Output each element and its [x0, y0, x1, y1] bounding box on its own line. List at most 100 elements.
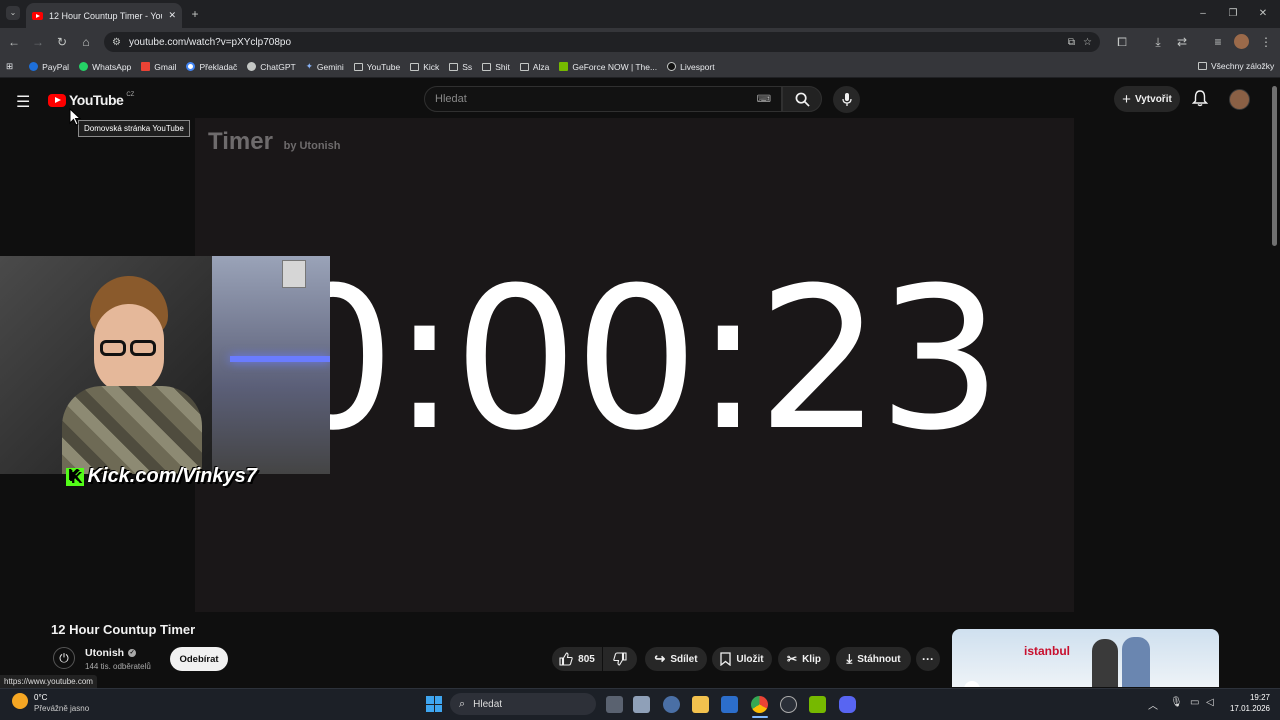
back-icon[interactable]: ← — [6, 34, 22, 50]
home-tooltip: Domovská stránka YouTube — [78, 120, 190, 137]
close-tab-icon[interactable]: ✕ — [168, 10, 176, 21]
clip-button[interactable]: ✂ Klip — [778, 647, 830, 671]
weather-temp[interactable]: 0°C — [34, 693, 47, 702]
search-input[interactable]: Hledat ⌨ — [424, 86, 782, 112]
bookmark-chatgpt[interactable]: ChatGPT — [247, 62, 296, 72]
reload-icon[interactable]: ↻ — [54, 34, 70, 50]
task-view-icon[interactable] — [606, 696, 623, 713]
browser-tab-bar: ⌄ 12 Hour Countup Timer - YouTube ✕ + – … — [0, 0, 1280, 28]
minimize-button[interactable]: – — [1196, 6, 1210, 22]
address-bar[interactable]: ⚙ youtube.com/watch?v=pXYclp708po ⧉ ☆ — [104, 32, 1100, 52]
maximize-button[interactable]: ❐ — [1226, 6, 1240, 22]
microsoft-store-icon[interactable] — [721, 696, 738, 713]
hamburger-menu-icon[interactable]: ☰ — [16, 92, 30, 112]
gmail-icon — [141, 62, 151, 71]
sidebar-ad[interactable]: istanbul — [952, 629, 1219, 687]
share-button[interactable]: ↪ Sdílet — [645, 647, 707, 671]
save-button[interactable]: Uložit — [712, 647, 772, 671]
channel-avatar[interactable]: ⏻ — [53, 647, 75, 669]
bookmark-translate[interactable]: Překladač — [186, 62, 237, 72]
bookmark-paypal[interactable]: PayPal — [29, 62, 69, 72]
subscribe-button[interactable]: Odebírat — [170, 647, 228, 671]
bookmark-label: Ss — [462, 61, 473, 72]
kick-channel-label: K Kick.com/Vinkys7 — [66, 465, 257, 488]
clock-date[interactable]: 17.01.2026 — [1220, 704, 1270, 713]
steam-icon[interactable] — [780, 696, 797, 713]
youtube-logo-text: YouTube — [69, 92, 124, 108]
plus-icon: + — [1122, 90, 1131, 108]
profile-avatar[interactable] — [1234, 34, 1249, 49]
chrome-icon[interactable] — [751, 696, 768, 713]
more-actions-button[interactable]: ··· — [916, 647, 940, 671]
translate-icon[interactable]: ⇄ — [1174, 34, 1190, 50]
voice-search-button[interactable] — [833, 86, 860, 113]
bookmark-label: YouTube — [366, 61, 401, 72]
mouse-cursor-icon — [69, 108, 81, 126]
bookmark-livesport[interactable]: Livesport — [667, 62, 715, 72]
bookmark-ss[interactable]: Ss — [449, 62, 472, 72]
snipping-tool-icon[interactable] — [633, 696, 650, 713]
bookmark-shit[interactable]: Shit — [482, 62, 510, 72]
tab-search-icon[interactable]: ⌄ — [6, 6, 20, 20]
bookmark-alza[interactable]: Alza — [519, 61, 550, 72]
url-text[interactable]: youtube.com/watch?v=pXYclp708po — [129, 37, 1060, 48]
all-bookmarks-label: Všechny záložky — [1211, 61, 1275, 71]
folder-icon — [519, 62, 529, 71]
bookmark-youtube[interactable]: YouTube — [353, 61, 401, 72]
nvidia-icon[interactable] — [809, 696, 826, 713]
close-window-button[interactable]: ✕ — [1256, 6, 1270, 22]
channel-name-link[interactable]: Utonish ✓ — [85, 647, 137, 659]
create-label: Vytvořit — [1134, 93, 1172, 105]
bookmark-label: PayPal — [42, 61, 70, 72]
browser-menu-icon[interactable]: ⋮ — [1258, 34, 1274, 50]
show-hidden-icons-icon[interactable]: ︿ — [1148, 697, 1158, 712]
bookmark-gmail[interactable]: Gmail — [141, 62, 176, 72]
weather-icon[interactable] — [12, 693, 28, 709]
volume-icon[interactable]: ◁ — [1206, 697, 1214, 708]
share-label: Sdílet — [670, 653, 698, 665]
new-tab-button[interactable]: + — [188, 6, 202, 22]
folder-icon — [410, 62, 420, 71]
home-icon[interactable]: ⌂ — [78, 34, 94, 50]
discord-icon[interactable] — [839, 696, 856, 713]
downloads-icon[interactable]: ⤓ — [1150, 34, 1166, 50]
wall-picture — [282, 260, 306, 288]
file-explorer-icon[interactable] — [692, 696, 709, 713]
all-bookmarks[interactable]: Všechny záložky — [1198, 61, 1274, 71]
site-info-icon[interactable]: ⚙ — [112, 37, 121, 48]
browser-tab[interactable]: 12 Hour Countup Timer - YouTube ✕ — [26, 3, 182, 28]
settings-icon[interactable] — [663, 696, 680, 713]
page-scrollbar[interactable] — [1272, 86, 1277, 246]
forward-icon[interactable]: → — [30, 34, 46, 50]
bookmark-label: Gmail — [154, 61, 177, 72]
user-avatar[interactable] — [1229, 89, 1250, 110]
install-app-icon[interactable]: ⧉ — [1068, 37, 1075, 48]
bookmark-icon — [720, 652, 732, 666]
youtube-logo[interactable]: YouTube CZ — [48, 92, 134, 108]
bookmark-label: Kick — [423, 61, 440, 72]
taskbar-search-input[interactable]: ⌕ Hledat — [450, 693, 596, 715]
search-icon — [795, 92, 810, 107]
keyboard-icon[interactable]: ⌨ — [757, 94, 771, 105]
bookmark-star-icon[interactable]: ☆ — [1083, 37, 1092, 48]
dislike-button[interactable] — [603, 647, 637, 671]
clock-time[interactable]: 19:27 — [1230, 693, 1270, 702]
notifications-bell-icon[interactable] — [1191, 90, 1209, 111]
microphone-tray-icon[interactable]: 🎙︎ — [1170, 697, 1183, 708]
network-icon[interactable]: ▭ — [1190, 697, 1199, 708]
reading-list-icon[interactable]: ≡ — [1210, 34, 1226, 50]
apps-icon[interactable]: ⊞ — [6, 61, 13, 72]
bookmark-whatsapp[interactable]: WhatsApp — [79, 62, 131, 72]
youtube-favicon-icon — [32, 11, 43, 20]
bookmark-label: Alza — [532, 61, 550, 72]
search-button[interactable] — [782, 86, 822, 112]
bookmark-gemini[interactable]: ✦ Gemini — [306, 61, 344, 72]
create-button[interactable]: + Vytvořit — [1114, 86, 1180, 112]
extensions-icon[interactable]: ⧠ — [1114, 34, 1130, 50]
share-icon: ↪ — [654, 651, 666, 666]
like-button[interactable]: 805 — [552, 647, 602, 671]
windows-start-icon[interactable] — [426, 696, 442, 712]
bookmark-kick[interactable]: Kick — [410, 62, 439, 72]
bookmark-geforce[interactable]: GeForce NOW | The... — [559, 62, 657, 72]
download-button[interactable]: ⤓ Stáhnout — [836, 647, 911, 671]
